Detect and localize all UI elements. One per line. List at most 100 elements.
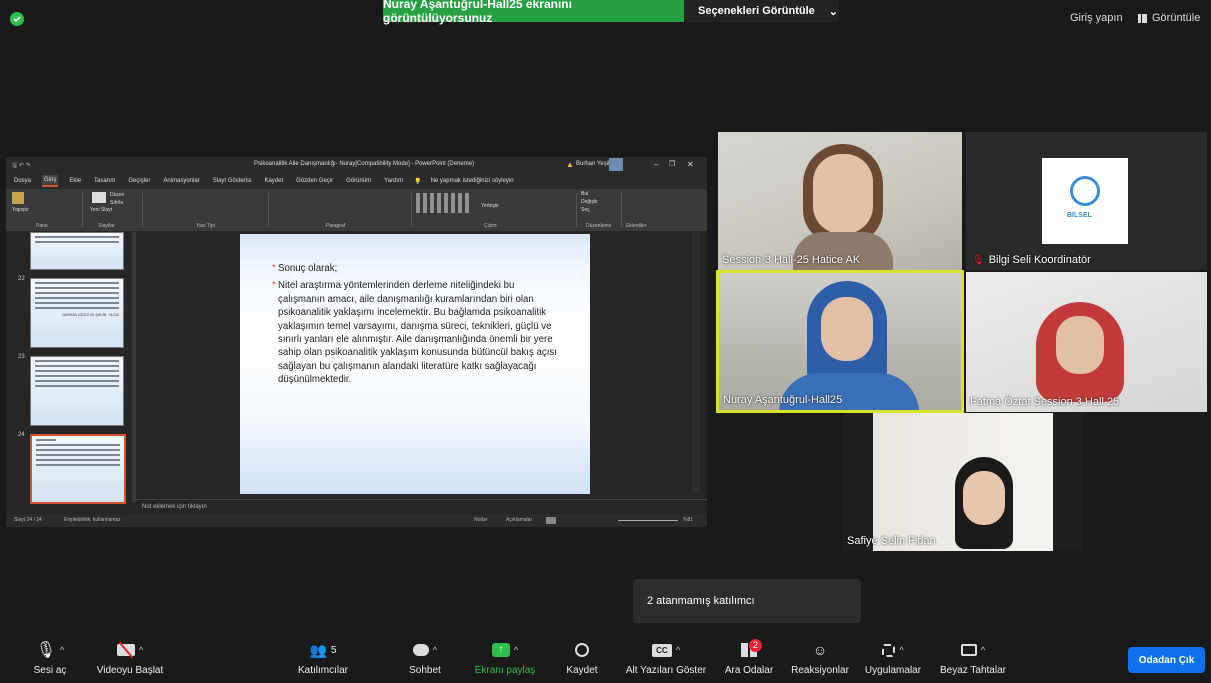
layout-label[interactable]: Düzen	[110, 192, 124, 198]
ribbon-separator	[82, 193, 83, 227]
video-tile-bilgi-seli[interactable]: BİLSEL 🎙 Bilgi Seli Koordinatör	[966, 132, 1207, 270]
current-slide[interactable]: * Sonuç olarak; * Nitel araştırma yöntem…	[240, 234, 590, 494]
normal-view-icon[interactable]	[546, 517, 556, 524]
video-tile-hatice[interactable]: Session-3 Hall-25 Hatice AK	[718, 132, 962, 270]
tab-tasarim[interactable]: Tasarım	[92, 176, 117, 186]
tab-gecisler[interactable]: Geçişler	[126, 176, 152, 186]
reactions-button[interactable]: ☺ Reaksiyonlar	[788, 640, 852, 676]
breakout-rooms-icon: 2	[741, 639, 762, 657]
status-notes-button[interactable]: Notlar	[474, 514, 487, 527]
signin-link[interactable]: Giriş yapın	[1070, 12, 1123, 24]
chevron-up-icon[interactable]: ^	[60, 645, 64, 655]
zoom-level[interactable]: %81	[683, 514, 693, 527]
chevron-up-icon[interactable]: ^	[981, 645, 985, 655]
bullet-icon: *	[272, 280, 276, 292]
view-button[interactable]: Görüntüle	[1138, 12, 1200, 24]
rooms-badge: 2	[749, 639, 762, 652]
chevron-up-icon[interactable]: ^	[899, 645, 903, 655]
zoom-slider[interactable]	[618, 520, 678, 521]
tab-ekle[interactable]: Ekle	[67, 176, 83, 186]
video-tile-safiye[interactable]: Safiye Selin Fidan	[843, 413, 1083, 551]
group-slaytlar: Slaytlar	[98, 223, 115, 229]
muted-mic-icon: 🎙	[972, 254, 985, 266]
video-tile-nuray-active-speaker[interactable]: Nuray Aşantuğrul-Hall25	[716, 270, 964, 413]
participant-count: 5	[330, 644, 337, 656]
slide-thumbnail[interactable]: NURHAN GEZGİ VE ŞAHİN. YILDIZ	[30, 278, 124, 348]
slide-thumbnail[interactable]	[30, 356, 124, 426]
reset-label[interactable]: Sıfırla	[110, 200, 123, 206]
chat-button[interactable]: ^ Sohbet	[400, 640, 450, 676]
slide-thumbnail-selected[interactable]	[30, 434, 126, 504]
share-screen-label: Ekranı paylaş	[474, 665, 536, 676]
find-label[interactable]: Bul	[581, 191, 588, 197]
participants-button[interactable]: 👥 5 Katılımcılar	[293, 640, 353, 677]
video-tile-fatma[interactable]: Fatma Öztat Session 3 Hall 25	[966, 272, 1207, 412]
restore-icon[interactable]: ❐	[669, 160, 675, 168]
ribbon-separator	[411, 193, 412, 227]
tab-gorunum[interactable]: Görünüm	[344, 176, 373, 186]
new-slide-label[interactable]: Yeni Slayt	[90, 207, 112, 213]
apps-label: Uygulamalar	[864, 665, 922, 676]
slide-text-box[interactable]: * Sonuç olarak; * Nitel araştırma yöntem…	[272, 262, 563, 387]
paste-label[interactable]: Yapıştır	[12, 207, 29, 213]
video-off-icon	[116, 641, 135, 659]
new-slide-icon[interactable]	[92, 192, 106, 203]
reactions-label: Reaksiyonlar	[791, 665, 849, 676]
whiteboards-button[interactable]: ^ Beyaz Tahtalar	[936, 640, 1010, 676]
group-eklentiler: Eklentiler	[626, 223, 647, 229]
user-avatar[interactable]	[609, 158, 623, 171]
minimize-icon[interactable]: –	[654, 160, 658, 169]
start-video-button[interactable]: ^ Videoyu Başlat	[90, 640, 170, 676]
captions-button[interactable]: CC ^ Alt Yazıları Göster	[622, 640, 710, 676]
participant-name: Safiye Selin Fidan	[847, 535, 936, 547]
tab-giris[interactable]: Giriş	[42, 175, 59, 187]
tab-yardim[interactable]: Yardım	[382, 176, 405, 186]
apps-button[interactable]: ^ Uygulamalar	[860, 640, 926, 676]
slide-heading: Sonuç olarak;	[278, 263, 338, 274]
participant-face	[821, 297, 873, 361]
tab-gozden-gecir[interactable]: Gözden Geçir	[294, 176, 335, 186]
tab-animasyonlar[interactable]: Animasyonlar	[161, 176, 201, 186]
breakout-rooms-button[interactable]: 2 Ara Odalar	[722, 639, 776, 676]
arrange-label[interactable]: Yerleştir	[481, 203, 499, 209]
status-accessibility[interactable]: Erişilebilirlik: kullanılamaz	[64, 514, 121, 527]
tell-me-search[interactable]: Ne yapmak istediğinizi söyleyin	[431, 178, 514, 184]
muted-mic-icon: 🎙	[35, 642, 57, 659]
leave-room-button[interactable]: Odadan Çık	[1128, 647, 1205, 673]
unassigned-participants-popup[interactable]: 2 atanmamış katılımcı	[633, 579, 861, 623]
select-label[interactable]: Seç	[581, 207, 590, 213]
record-button[interactable]: Kaydet	[560, 640, 604, 676]
chevron-up-icon[interactable]: ^	[139, 645, 143, 655]
replace-label[interactable]: Değiştir	[581, 199, 598, 205]
paste-icon[interactable]	[12, 192, 24, 204]
close-icon[interactable]: ✕	[687, 160, 694, 169]
notes-pane[interactable]: Not eklemek için tıklayın	[136, 499, 707, 513]
shared-powerpoint-window: 🖫 ↶ ↷ Psikoanalitik Aile Danışmanlığı- N…	[6, 157, 707, 527]
unmute-button[interactable]: 🎙 ^ Sesi aç	[30, 640, 70, 676]
tab-kaydet[interactable]: Kaydet	[262, 176, 285, 186]
start-video-label: Videoyu Başlat	[96, 665, 164, 676]
tab-slayt-gosterisi[interactable]: Slayt Gösterisi	[211, 176, 254, 186]
chevron-up-icon[interactable]: ^	[514, 645, 518, 655]
tab-dosya[interactable]: Dosya	[12, 176, 33, 186]
ribbon-separator	[621, 193, 622, 227]
ribbon-separator	[268, 193, 269, 227]
share-screen-button[interactable]: ↑ ^ Ekranı paylaş	[470, 640, 540, 676]
participant-name: Fatma Öztat Session 3 Hall 25	[970, 396, 1120, 408]
screen-share-banner: Nuray Aşantuğrul-Hall25 ekranını görüntü…	[383, 0, 684, 25]
group-cizim: Çizim	[484, 223, 497, 229]
security-shield-icon[interactable]	[10, 12, 24, 26]
chevron-up-icon[interactable]: ^	[433, 645, 437, 655]
group-pano: Pano	[36, 223, 48, 229]
slide-thumbnail[interactable]	[30, 232, 124, 270]
ppt-ribbon: Yapıştır Yeni Slayt Düzen Sıfırla Yerleş…	[6, 189, 707, 231]
shapes-gallery[interactable]	[416, 193, 472, 213]
slide-thumbnails-pane[interactable]: 22 NURHAN GEZGİ VE ŞAHİN. YILDIZ 23 24	[12, 232, 136, 512]
chevron-up-icon[interactable]: ^	[676, 645, 680, 655]
quick-access-icons[interactable]: 🖫 ↶ ↷	[12, 161, 31, 171]
slide-scrollbar[interactable]	[692, 232, 700, 494]
status-comments-button[interactable]: Açıklamalar	[506, 514, 532, 527]
apps-icon	[882, 643, 896, 657]
smiley-plus-icon: ☺	[812, 642, 828, 658]
view-options-button[interactable]: Seçenekleri Görüntüle ⌄	[684, 0, 839, 22]
